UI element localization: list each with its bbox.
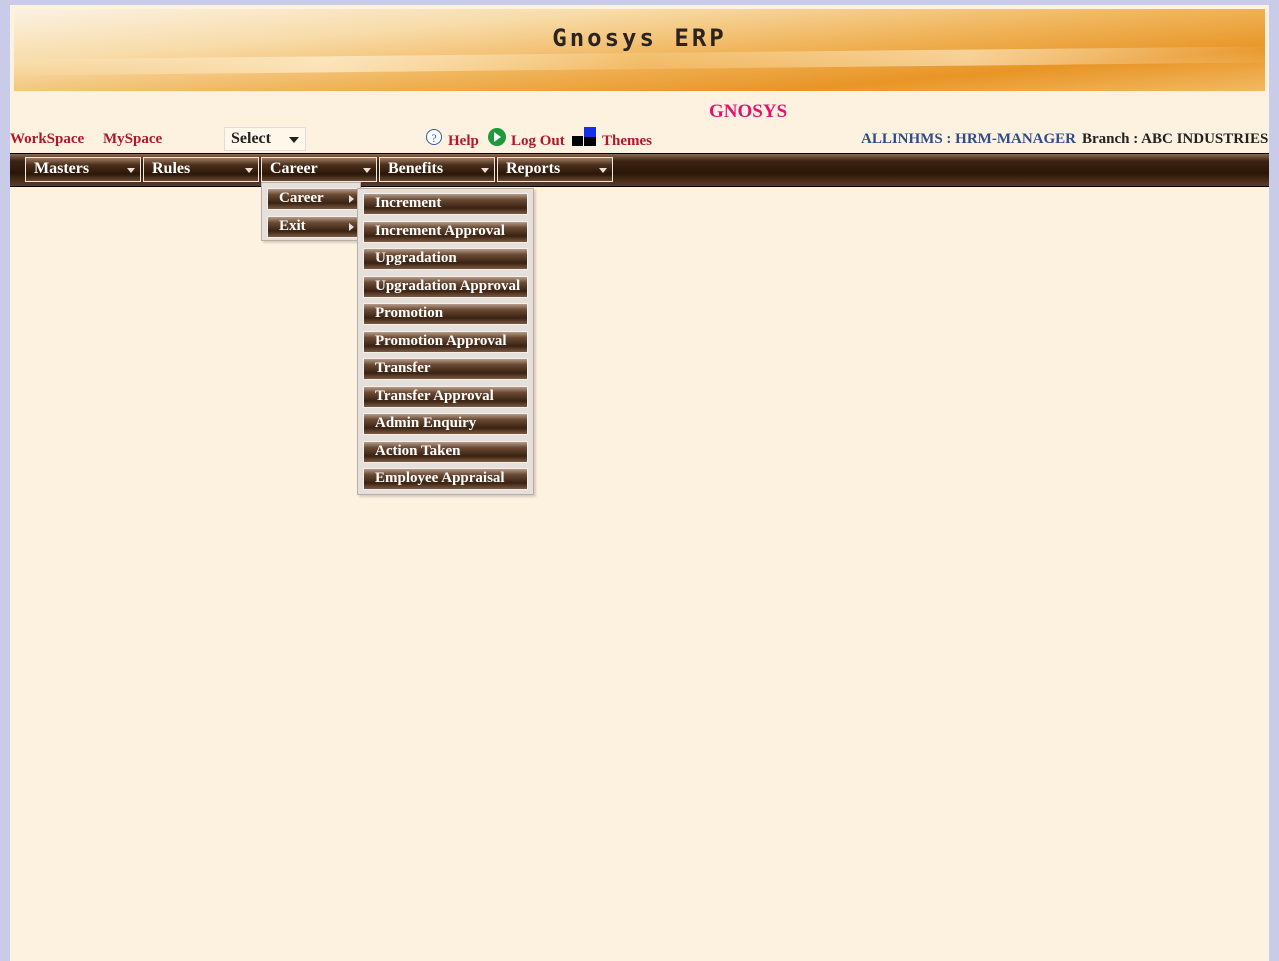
- chevron-down-icon: [363, 168, 371, 173]
- menu-career[interactable]: Career: [261, 157, 377, 182]
- submenu-item-transfer[interactable]: Transfer: [363, 358, 528, 380]
- user-role-info: ALLINHMS : HRM-MANAGER: [861, 131, 1076, 147]
- submenu-item-admin-enquiry[interactable]: Admin Enquiry: [363, 413, 528, 435]
- select-value: Select: [231, 130, 271, 147]
- themes-link[interactable]: Themes: [602, 133, 652, 150]
- chevron-down-icon: [289, 137, 299, 143]
- chevron-right-icon: [349, 223, 354, 231]
- menu-rules[interactable]: Rules: [143, 157, 259, 182]
- submenu-item-action-taken[interactable]: Action Taken: [363, 441, 528, 463]
- logout-icon[interactable]: [488, 128, 506, 146]
- app-frame: Gnosys ERP GNOSYS WorkSpace MySpace Sele…: [10, 5, 1269, 961]
- menu-item-exit[interactable]: Exit: [267, 216, 358, 238]
- menu-masters[interactable]: Masters: [25, 157, 141, 182]
- submenu-item-promotion-approval[interactable]: Promotion Approval: [363, 331, 528, 353]
- chevron-right-icon: [349, 195, 354, 203]
- workspace-link[interactable]: WorkSpace: [10, 131, 84, 148]
- menu-item-career[interactable]: Career: [267, 188, 358, 210]
- chevron-down-icon: [481, 168, 489, 173]
- workspace-select[interactable]: Select: [224, 127, 306, 151]
- submenu-item-increment-approval[interactable]: Increment Approval: [363, 221, 528, 243]
- chevron-down-icon: [245, 168, 253, 173]
- window-scrollbar[interactable]: [1269, 5, 1279, 961]
- chevron-down-icon: [127, 168, 135, 173]
- banner-title: Gnosys ERP: [552, 24, 727, 52]
- branch-info: Branch : ABC INDUSTRIES: [1082, 131, 1269, 147]
- submenu-item-employee-appraisal[interactable]: Employee Appraisal: [363, 468, 528, 490]
- brand-name: GNOSYS: [709, 101, 788, 122]
- career-submenu: Increment Increment Approval Upgradation…: [357, 188, 534, 495]
- chevron-down-icon: [599, 168, 607, 173]
- submenu-item-upgradation[interactable]: Upgradation: [363, 248, 528, 270]
- header-banner: Gnosys ERP: [14, 9, 1265, 91]
- career-dropdown: Career Exit: [261, 182, 361, 241]
- submenu-item-promotion[interactable]: Promotion: [363, 303, 528, 325]
- logout-link[interactable]: Log Out: [511, 133, 565, 150]
- submenu-item-increment[interactable]: Increment: [363, 193, 528, 215]
- themes-icon[interactable]: [572, 126, 598, 148]
- submenu-item-upgradation-approval[interactable]: Upgradation Approval: [363, 276, 528, 298]
- menu-benefits[interactable]: Benefits: [379, 157, 495, 182]
- myspace-link[interactable]: MySpace: [103, 131, 162, 148]
- menu-reports[interactable]: Reports: [497, 157, 613, 182]
- submenu-item-transfer-approval[interactable]: Transfer Approval: [363, 386, 528, 408]
- main-menubar: Masters Rules Career Benefits Reports: [10, 153, 1269, 187]
- help-icon[interactable]: ?: [426, 129, 442, 145]
- help-link[interactable]: Help: [448, 133, 479, 150]
